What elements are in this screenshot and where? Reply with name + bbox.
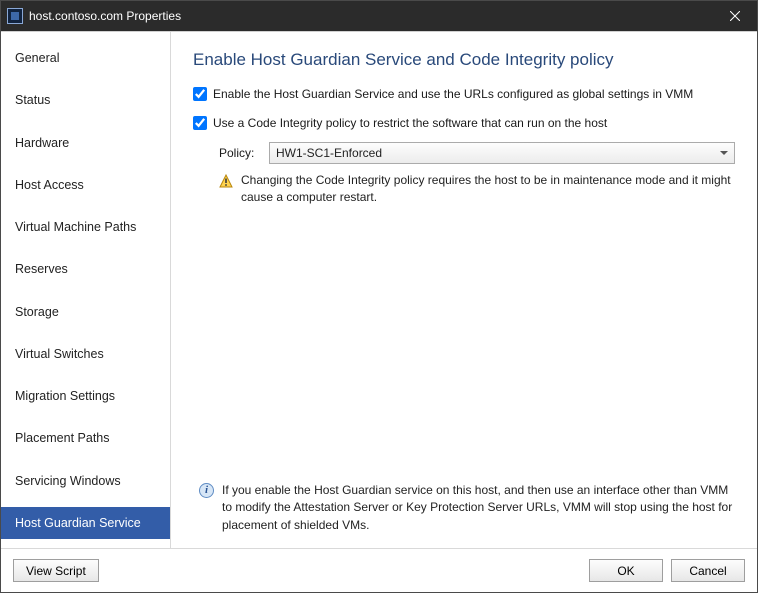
window-title: host.contoso.com Properties [29,9,181,23]
body: General Status Hardware Host Access Virt… [1,31,757,548]
enable-hgs-checkbox[interactable] [193,87,207,101]
enable-hgs-label: Enable the Host Guardian Service and use… [213,86,693,103]
sidebar: General Status Hardware Host Access Virt… [1,32,171,548]
use-ci-label: Use a Code Integrity policy to restrict … [213,115,607,132]
policy-combobox[interactable]: HW1-SC1-Enforced [269,142,735,164]
sidebar-item-label: Host Guardian Service [15,516,141,530]
sidebar-item-servicing-windows[interactable]: Servicing Windows [1,465,170,497]
sidebar-item-label: Hardware [15,136,69,150]
sidebar-item-general[interactable]: General [1,42,170,74]
policy-row: Policy: HW1-SC1-Enforced [219,142,735,164]
window-icon [7,8,23,24]
sidebar-item-label: Storage [15,305,59,319]
sidebar-item-reserves[interactable]: Reserves [1,253,170,285]
sidebar-item-placement-paths[interactable]: Placement Paths [1,422,170,454]
sidebar-item-label: Migration Settings [15,389,115,403]
policy-label: Policy: [219,146,269,160]
sidebar-item-status[interactable]: Status [1,84,170,116]
sidebar-item-label: General [15,51,59,65]
sidebar-item-vm-paths[interactable]: Virtual Machine Paths [1,211,170,243]
chevron-down-icon [720,151,728,155]
sidebar-item-host-access[interactable]: Host Access [1,169,170,201]
sidebar-item-label: Reserves [15,262,68,276]
info-icon: i [199,483,214,498]
close-icon [730,11,740,21]
sidebar-item-label: Virtual Switches [15,347,104,361]
hgs-info-text: If you enable the Host Guardian service … [222,482,735,534]
hgs-info: i If you enable the Host Guardian servic… [199,482,735,534]
titlebar: host.contoso.com Properties [1,1,757,31]
enable-hgs-row[interactable]: Enable the Host Guardian Service and use… [193,86,735,103]
close-button[interactable] [712,1,757,31]
sidebar-item-label: Virtual Machine Paths [15,220,136,234]
ci-warning-text: Changing the Code Integrity policy requi… [241,172,735,207]
sidebar-item-label: Host Access [15,178,84,192]
cancel-button[interactable]: Cancel [671,559,745,582]
footer: View Script OK Cancel [1,548,757,592]
ci-warning: Changing the Code Integrity policy requi… [219,172,735,207]
sidebar-item-host-guardian-service[interactable]: Host Guardian Service [1,507,170,539]
sidebar-item-migration-settings[interactable]: Migration Settings [1,380,170,412]
ok-button[interactable]: OK [589,559,663,582]
page-title: Enable Host Guardian Service and Code In… [193,50,735,70]
sidebar-item-label: Status [15,93,50,107]
use-ci-row[interactable]: Use a Code Integrity policy to restrict … [193,115,735,132]
use-ci-checkbox[interactable] [193,116,207,130]
sidebar-item-label: Placement Paths [15,431,110,445]
sidebar-item-hardware[interactable]: Hardware [1,127,170,159]
sidebar-item-virtual-switches[interactable]: Virtual Switches [1,338,170,370]
view-script-button[interactable]: View Script [13,559,99,582]
properties-window: host.contoso.com Properties General Stat… [0,0,758,593]
policy-selected-value: HW1-SC1-Enforced [276,146,382,160]
sidebar-item-storage[interactable]: Storage [1,296,170,328]
main-panel: Enable Host Guardian Service and Code In… [171,32,757,548]
sidebar-item-label: Servicing Windows [15,474,121,488]
warning-icon [219,174,233,188]
